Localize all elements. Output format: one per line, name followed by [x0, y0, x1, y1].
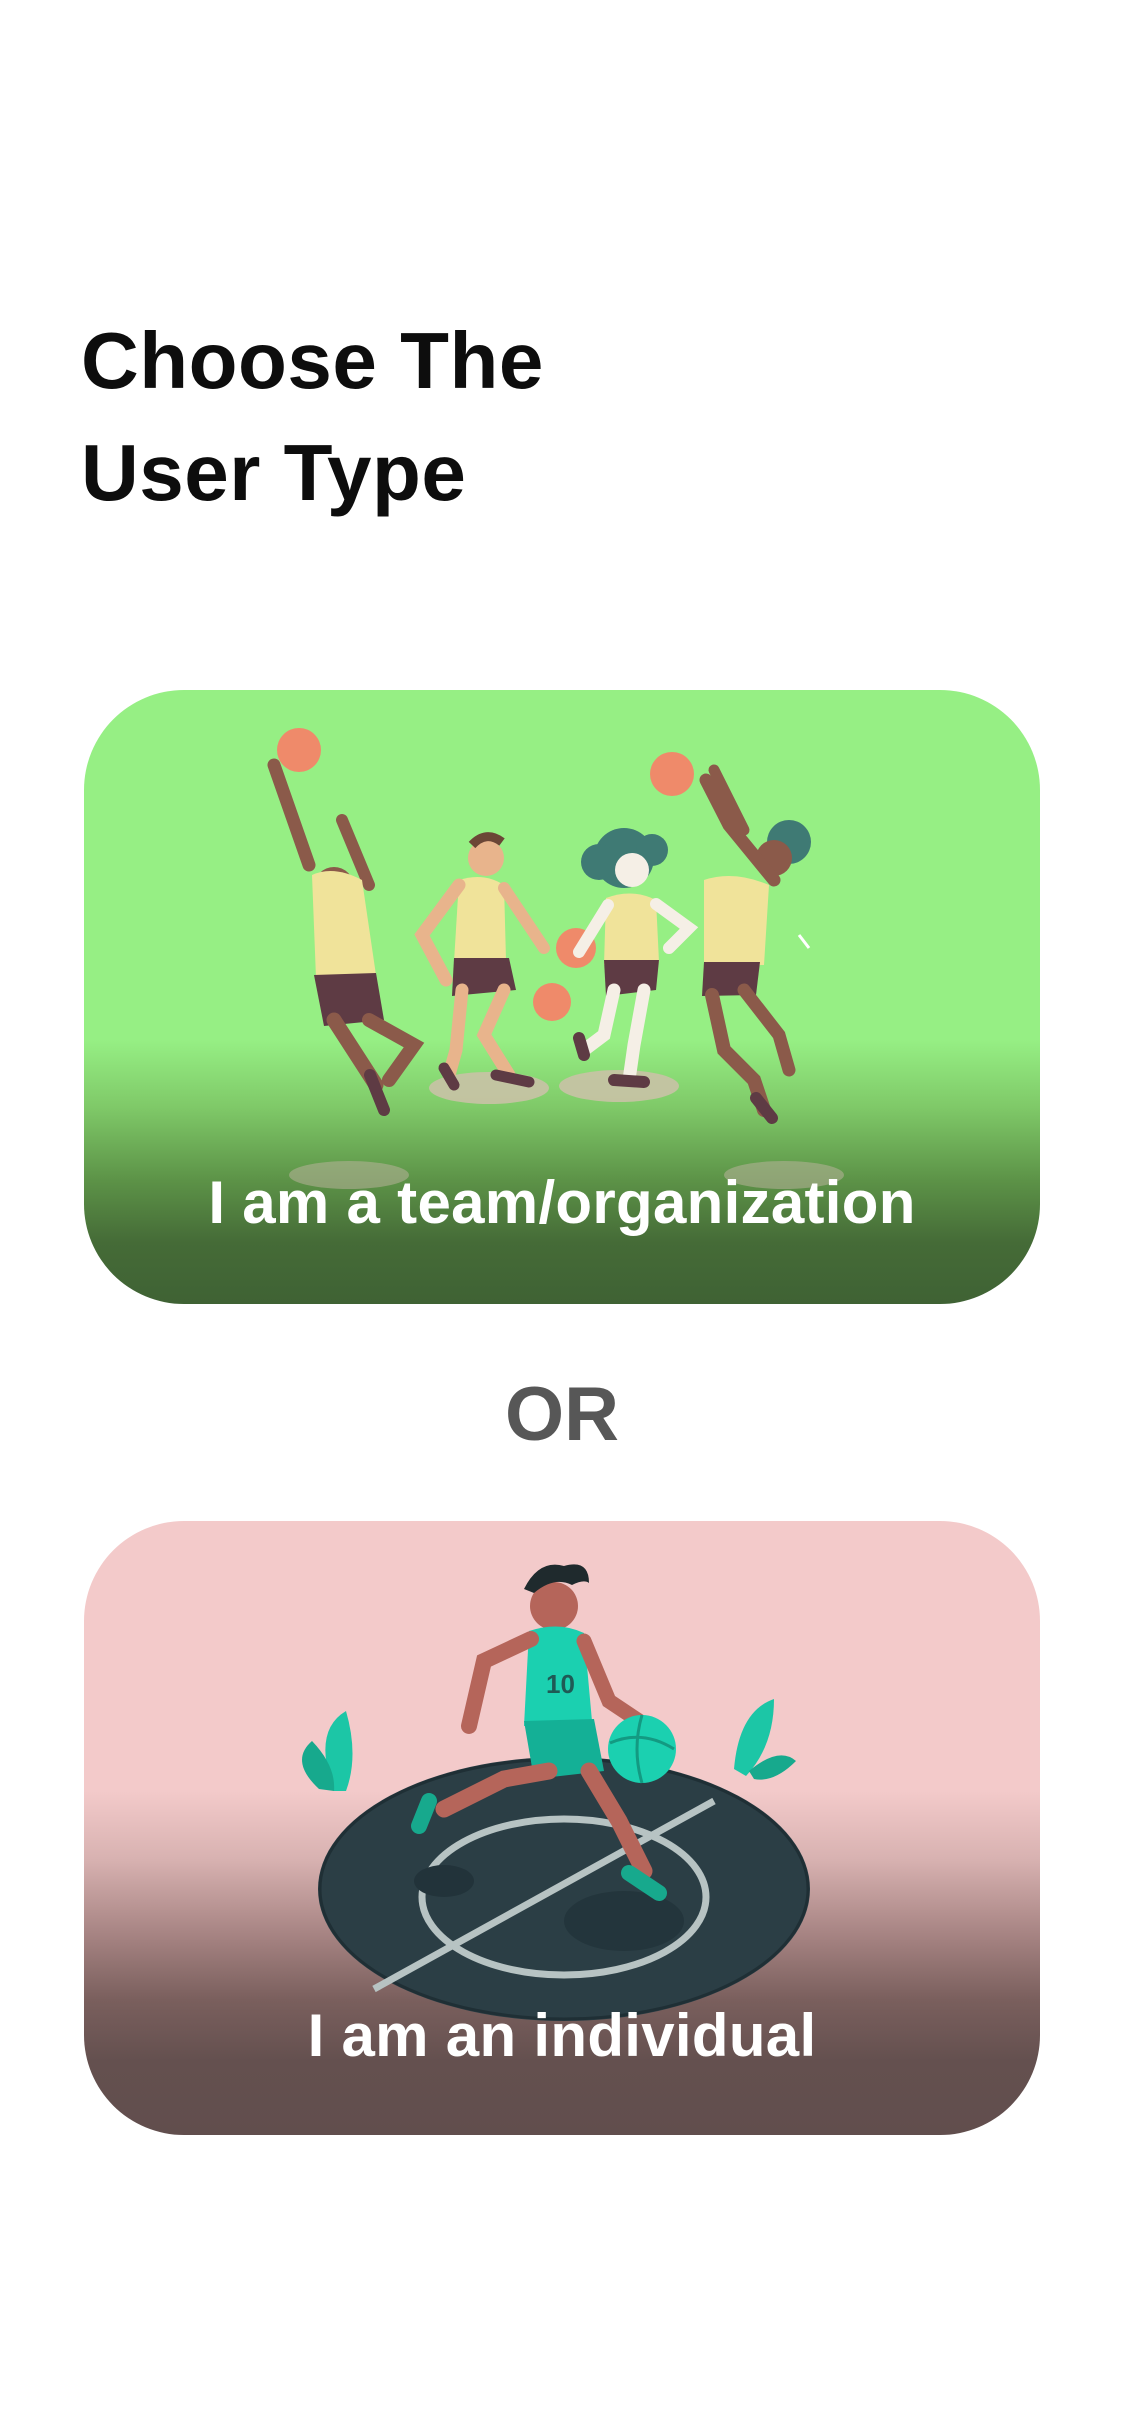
team-option-label: I am a team/organization: [208, 1169, 916, 1236]
jersey-number: 10: [546, 1669, 575, 1699]
team-option-card[interactable]: I am a team/organization: [84, 690, 1040, 1304]
individual-option-label: I am an individual: [307, 2002, 817, 2069]
page-title-line-2: User Type: [81, 428, 467, 517]
page-title-line-1: Choose The: [81, 316, 544, 405]
or-divider: OR: [505, 1372, 619, 1457]
individual-option-card[interactable]: 10 I am an individual: [84, 1521, 1040, 2135]
page-title: Choose The User Type: [81, 305, 781, 529]
